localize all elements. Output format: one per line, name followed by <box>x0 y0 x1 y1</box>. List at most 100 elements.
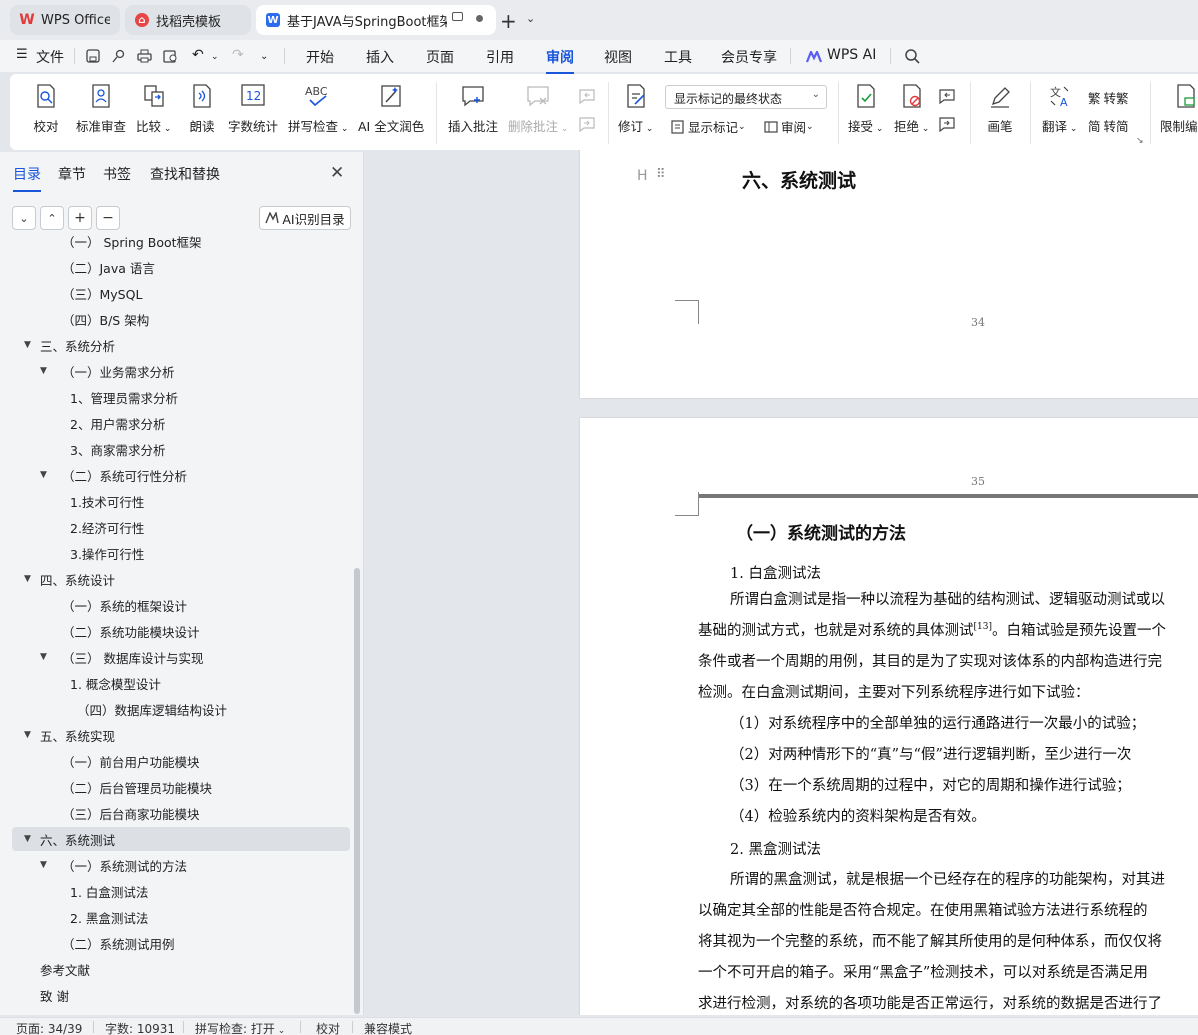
collapse-up-button[interactable]: ⌃ <box>40 206 64 230</box>
nav-tab-chapters[interactable]: 章节 <box>58 164 86 184</box>
tab-wps-office[interactable]: W WPS Office <box>10 5 120 35</box>
search-icon[interactable] <box>904 48 920 64</box>
track-changes-button[interactable]: 修订 ⌄ <box>618 82 653 135</box>
status-word-count[interactable]: 字数: 10931 <box>105 1020 175 1035</box>
menu-references[interactable]: 引用 <box>486 47 514 67</box>
toc-item[interactable]: （四）B/S 架构 <box>12 307 350 331</box>
toc-item[interactable]: ▼ （一）业务需求分析 <box>12 359 350 383</box>
toc-item[interactable]: 2. 黑盒测试法 <box>12 905 350 929</box>
heading-marker[interactable]: H <box>637 168 648 184</box>
ai-polish-button[interactable]: AI 全文润色 <box>358 82 424 135</box>
toc-item[interactable]: （三）后台商家功能模块 <box>12 801 350 825</box>
document-page[interactable]: H ⠿ 六、系统测试 34 <box>580 150 1198 398</box>
toc-item[interactable]: 致 谢 <box>12 983 350 1007</box>
close-icon[interactable]: ✕ <box>330 163 344 183</box>
ai-toc-button[interactable]: AI识别目录 <box>259 206 351 230</box>
toc-item[interactable]: ▼ （一）系统测试的方法 <box>12 853 350 877</box>
menu-wps-ai[interactable]: WPS AI <box>827 47 876 63</box>
show-markup-button[interactable]: 显示标记 ⌄ <box>671 117 746 136</box>
menu-view[interactable]: 视图 <box>604 47 632 67</box>
next-comment-icon[interactable] <box>578 116 596 132</box>
toc-item[interactable]: （一） Spring Boot框架 <box>12 236 350 253</box>
pen-button[interactable]: 画笔 <box>986 82 1014 135</box>
toc-item[interactable]: 3.操作可行性 <box>12 541 350 565</box>
undo-icon[interactable]: ↶ <box>192 47 204 63</box>
toc-scrollbar[interactable] <box>354 568 360 1014</box>
status-proof[interactable]: 校对 <box>316 1020 340 1035</box>
menu-tools[interactable]: 工具 <box>664 47 692 67</box>
toc-item[interactable]: 3、商家需求分析 <box>12 437 350 461</box>
expand-corner-icon[interactable]: ↘ <box>1136 136 1144 146</box>
next-change-icon[interactable] <box>938 116 956 132</box>
toc-item[interactable]: 1.技术可行性 <box>12 489 350 513</box>
delete-comment-button[interactable]: 删除批注 ⌄ <box>508 82 568 135</box>
toc-item[interactable]: （三）MySQL <box>12 281 350 305</box>
expand-triangle-icon[interactable]: ▼ <box>24 574 31 584</box>
status-page[interactable]: 页面: 34/39 <box>16 1020 82 1035</box>
nav-tab-bookmarks[interactable]: 书签 <box>103 164 131 184</box>
translate-button[interactable]: 文A 翻译 ⌄ <box>1042 82 1077 135</box>
print-icon[interactable] <box>137 49 152 63</box>
expand-level-button[interactable]: + <box>68 206 92 230</box>
chevron-down-icon[interactable]: ⌄ <box>526 12 535 25</box>
to-traditional-button[interactable]: 繁转繁 <box>1088 88 1129 107</box>
toc-item[interactable]: ▼ （二）系统可行性分析 <box>12 463 350 487</box>
toc-item[interactable]: ▼ 五、系统实现 <box>12 723 350 747</box>
collapse-level-button[interactable]: − <box>96 206 120 230</box>
accept-button[interactable]: 接受 ⌄ <box>848 82 883 135</box>
previous-change-icon[interactable] <box>938 88 956 104</box>
to-simplified-button[interactable]: 简转简 <box>1088 116 1129 135</box>
insert-comment-button[interactable]: 插入批注 <box>448 82 498 135</box>
more-chevron-icon[interactable]: ⌄ <box>260 51 268 62</box>
menu-home[interactable]: 开始 <box>306 47 334 67</box>
previous-comment-icon[interactable] <box>578 88 596 104</box>
restrict-edit-button[interactable]: 限制编 <box>1160 82 1198 135</box>
expand-triangle-icon[interactable]: ▼ <box>40 470 47 480</box>
toc-item[interactable]: ▼ 四、系统设计 <box>12 567 350 591</box>
toc-item[interactable]: ▼ 三、系统分析 <box>12 333 350 357</box>
compare-button[interactable]: 比较 ⌄ <box>136 82 171 135</box>
expand-triangle-icon[interactable]: ▼ <box>24 730 31 740</box>
word-count-button[interactable]: 12 字数统计 <box>228 82 278 135</box>
menu-review[interactable]: 审阅 <box>546 47 574 74</box>
toc-item[interactable]: 2.经济可行性 <box>12 515 350 539</box>
menu-insert[interactable]: 插入 <box>366 47 394 67</box>
review-pane-button[interactable]: 审阅 ⌄ <box>764 117 814 136</box>
tab-docer[interactable]: ⌂ 找稻壳模板 <box>125 5 251 35</box>
menu-page[interactable]: 页面 <box>426 47 454 67</box>
redo-icon[interactable]: ↷ <box>232 47 244 63</box>
toc-item[interactable]: ▼ 六、系统测试 <box>12 827 350 851</box>
toc-item[interactable]: 2、用户需求分析 <box>12 411 350 435</box>
read-aloud-button[interactable]: 朗读 <box>188 82 216 135</box>
format-painter-icon[interactable] <box>111 49 125 63</box>
reject-button[interactable]: 拒绝 ⌄ <box>894 82 929 135</box>
expand-triangle-icon[interactable]: ▼ <box>40 366 47 376</box>
nav-tab-find-replace[interactable]: 查找和替换 <box>150 164 220 184</box>
toc-item[interactable]: （二）系统功能模块设计 <box>12 619 350 643</box>
toc-item[interactable]: （二）后台管理员功能模块 <box>12 775 350 799</box>
markup-mode-select[interactable]: 显示标记的最终状态 ⌄ <box>665 85 827 109</box>
toc-item[interactable]: ▼ （三） 数据库设计与实现 <box>12 645 350 669</box>
menu-member[interactable]: 会员专享 <box>721 47 777 67</box>
toc-item[interactable]: （一）系统的框架设计 <box>12 593 350 617</box>
toc-item[interactable]: （二）Java 语言 <box>12 255 350 279</box>
spell-check-button[interactable]: ABC 拼写检查 ⌄ <box>288 82 348 135</box>
collapse-down-button[interactable]: ⌄ <box>12 206 36 230</box>
tab-document[interactable]: W 基于JAVA与SpringBoot框架 <box>256 5 496 35</box>
standard-review-button[interactable]: 标准审查 <box>76 82 126 135</box>
expand-triangle-icon[interactable]: ▼ <box>40 860 47 870</box>
proofread-button[interactable]: 校对 <box>32 82 60 135</box>
menu-file[interactable]: 文件 <box>36 47 64 67</box>
toc-item[interactable]: 参考文献 <box>12 957 350 981</box>
expand-triangle-icon[interactable]: ▼ <box>24 340 31 350</box>
drag-handle-icon[interactable]: ⠿ <box>656 167 665 182</box>
toc-item[interactable]: 1. 白盒测试法 <box>12 879 350 903</box>
screen-icon[interactable] <box>452 12 463 21</box>
nav-tab-toc[interactable]: 目录 <box>13 164 41 192</box>
save-icon[interactable] <box>86 49 100 63</box>
expand-triangle-icon[interactable]: ▼ <box>24 834 31 844</box>
document-page[interactable]: 35 （一）系统测试的方法 1. 白盒测试法 所谓白盒测试是指一种以流程为基础的… <box>580 418 1198 1015</box>
status-spell-check[interactable]: 拼写检查: 打开 ⌄ <box>195 1020 285 1035</box>
toc-item[interactable]: 1. 概念模型设计 <box>12 671 350 695</box>
toc-item[interactable]: （二）系统测试用例 <box>12 931 350 955</box>
